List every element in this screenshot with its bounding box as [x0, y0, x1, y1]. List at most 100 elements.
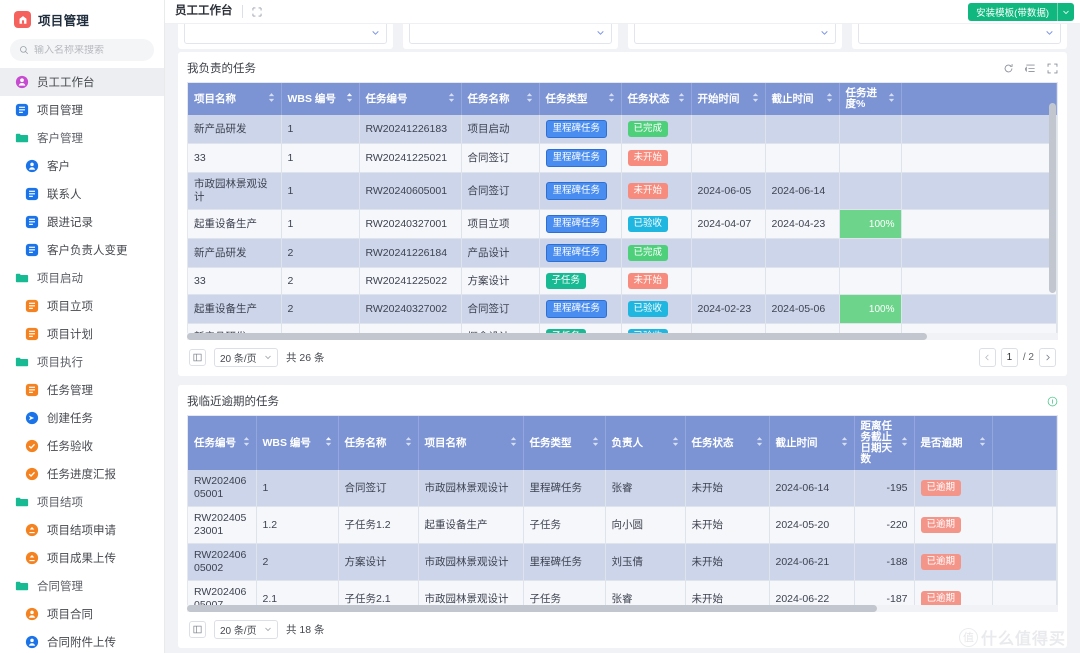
- search-input[interactable]: [34, 45, 145, 56]
- prev-page-button[interactable]: [979, 348, 996, 367]
- column-header-6[interactable]: 任务状态: [685, 416, 769, 470]
- sort-icon[interactable]: [592, 436, 599, 450]
- column-header-2[interactable]: 任务名称: [338, 416, 418, 470]
- columns-icon[interactable]: [189, 621, 206, 638]
- sidebar-item-5[interactable]: 跟进记录: [0, 208, 164, 236]
- chevron-down-icon[interactable]: [1058, 3, 1074, 21]
- sidebar-item-3[interactable]: 客户: [0, 152, 164, 180]
- sidebar-item-16[interactable]: 项目结项申请: [0, 516, 164, 544]
- sort-icon[interactable]: [826, 92, 833, 106]
- fullscreen-icon[interactable]: [1047, 63, 1058, 74]
- column-header-0[interactable]: 任务编号: [188, 416, 256, 470]
- table-row[interactable]: 新产品研发2RW20241226184产品设计里程碑任务已完成: [188, 239, 1057, 268]
- sidebar-item-9[interactable]: 项目计划: [0, 320, 164, 348]
- column-header-2[interactable]: 任务编号: [359, 83, 461, 115]
- column-header-9[interactable]: 是否逾期: [914, 416, 992, 470]
- refresh-icon[interactable]: [1003, 63, 1014, 74]
- sidebar-item-18[interactable]: 合同管理: [0, 572, 164, 600]
- table-vertical-scrollbar[interactable]: [1049, 83, 1056, 333]
- page-size-select[interactable]: 20 条/页: [214, 620, 278, 639]
- install-template-button[interactable]: 安装模板(带数据): [968, 3, 1074, 21]
- sidebar-item-1[interactable]: 项目管理: [0, 96, 164, 124]
- column-header-8[interactable]: 任务进度%: [839, 83, 901, 115]
- column-header-8[interactable]: 距离任务截止日期天数: [854, 416, 914, 470]
- sort-icon[interactable]: [510, 436, 517, 450]
- tab-employee-workbench[interactable]: 员工工作台: [175, 5, 243, 18]
- table-horizontal-scrollbar[interactable]: [187, 333, 1058, 340]
- overdue-horizontal-scrollbar[interactable]: [187, 605, 1058, 612]
- sidebar-item-11[interactable]: 任务管理: [0, 376, 164, 404]
- current-page-input[interactable]: 1: [1001, 348, 1018, 367]
- column-header-4[interactable]: 任务类型: [523, 416, 605, 470]
- table-row[interactable]: RW202406050072.1子任务2.1市政园林景观设计子任务张睿未开始20…: [188, 581, 1057, 606]
- table-row[interactable]: RW202406050022方案设计市政园林景观设计里程碑任务刘玉倩未开始202…: [188, 544, 1057, 581]
- sort-icon[interactable]: [405, 436, 412, 450]
- sort-icon[interactable]: [268, 92, 275, 106]
- column-header-5[interactable]: 负责人: [605, 416, 685, 470]
- filter-select-3[interactable]: [858, 24, 1061, 44]
- column-header-5[interactable]: 任务状态: [621, 83, 691, 115]
- column-header-3[interactable]: 项目名称: [418, 416, 523, 470]
- column-header-1[interactable]: WBS 编号: [256, 416, 338, 470]
- table-row[interactable]: 332RW20241225022方案设计子任务未开始: [188, 268, 1057, 295]
- columns-icon[interactable]: [189, 349, 206, 366]
- column-header-10[interactable]: [992, 416, 1057, 470]
- table-row[interactable]: 新产品研发1RW20241226183项目启动里程碑任务已完成: [188, 115, 1057, 144]
- sidebar-item-0[interactable]: 员工工作台: [0, 68, 164, 96]
- sidebar-item-17[interactable]: 项目成果上传: [0, 544, 164, 572]
- column-header-9[interactable]: [901, 83, 1057, 115]
- expand-icon[interactable]: [252, 7, 262, 17]
- column-header-6[interactable]: 开始时间: [691, 83, 765, 115]
- search-box[interactable]: [10, 39, 154, 61]
- sort-icon[interactable]: [841, 436, 848, 450]
- table-row[interactable]: 331RW20241225021合同签订里程碑任务未开始: [188, 144, 1057, 173]
- column-header-7[interactable]: 截止时间: [769, 416, 854, 470]
- table-row[interactable]: 起重设备生产1RW20240327001项目立项里程碑任务已验收2024-04-…: [188, 210, 1057, 239]
- filter-select-1[interactable]: [409, 24, 612, 44]
- sidebar-item-10[interactable]: 项目执行: [0, 348, 164, 376]
- sort-icon[interactable]: [672, 436, 679, 450]
- filter-select-0[interactable]: [184, 24, 387, 44]
- table-row[interactable]: 新产品研发2.1RW20241226187概念设计子任务已验收: [188, 324, 1057, 334]
- table-row[interactable]: RW202405230011.2子任务1.2起重设备生产子任务向小圆未开始202…: [188, 507, 1057, 544]
- sort-icon[interactable]: [888, 92, 895, 106]
- sort-icon[interactable]: [608, 92, 615, 106]
- sidebar-item-4[interactable]: 联系人: [0, 180, 164, 208]
- filter-select-2[interactable]: [634, 24, 837, 44]
- sort-icon[interactable]: [901, 436, 908, 450]
- sort-icon[interactable]: [243, 436, 250, 450]
- column-header-3[interactable]: 任务名称: [461, 83, 539, 115]
- sidebar-item-20[interactable]: 合同附件上传: [0, 628, 164, 653]
- sidebar-item-6[interactable]: 客户负责人变更: [0, 236, 164, 264]
- page-size-select[interactable]: 20 条/页: [214, 348, 278, 367]
- table-row[interactable]: RW202406050011合同签订市政园林景观设计里程碑任务张睿未开始2024…: [188, 470, 1057, 507]
- sort-icon[interactable]: [979, 436, 986, 450]
- column-header-1[interactable]: WBS 编号: [281, 83, 359, 115]
- density-icon[interactable]: [1025, 63, 1036, 74]
- sidebar-item-15[interactable]: 项目结项: [0, 488, 164, 516]
- sort-icon[interactable]: [346, 92, 353, 106]
- next-page-button[interactable]: [1039, 348, 1056, 367]
- sort-icon[interactable]: [325, 436, 332, 450]
- sort-icon[interactable]: [526, 92, 533, 106]
- sidebar-item-7[interactable]: 项目启动: [0, 264, 164, 292]
- sidebar-item-14[interactable]: 任务进度汇报: [0, 460, 164, 488]
- info-circle-icon[interactable]: [1047, 396, 1058, 407]
- column-header-7[interactable]: 截止时间: [765, 83, 839, 115]
- cell-task-code: RW20240605001: [188, 470, 256, 507]
- sidebar-item-12[interactable]: 创建任务: [0, 404, 164, 432]
- column-header-4[interactable]: 任务类型: [539, 83, 621, 115]
- install-template-label[interactable]: 安装模板(带数据): [968, 3, 1058, 21]
- sort-icon[interactable]: [752, 92, 759, 106]
- sort-icon[interactable]: [678, 92, 685, 106]
- sidebar-item-13[interactable]: 任务验收: [0, 432, 164, 460]
- table-row[interactable]: 起重设备生产2RW20240327002合同签订里程碑任务已验收2024-02-…: [188, 295, 1057, 324]
- column-header-0[interactable]: 项目名称: [188, 83, 281, 115]
- sidebar-item-19[interactable]: 项目合同: [0, 600, 164, 628]
- sidebar-item-8[interactable]: 项目立项: [0, 292, 164, 320]
- table-row[interactable]: 市政园林景观设计1RW20240605001合同签订里程碑任务未开始2024-0…: [188, 173, 1057, 210]
- sort-icon[interactable]: [448, 92, 455, 106]
- sort-icon[interactable]: [756, 436, 763, 450]
- status-badge: 已完成: [628, 245, 669, 261]
- sidebar-item-2[interactable]: 客户管理: [0, 124, 164, 152]
